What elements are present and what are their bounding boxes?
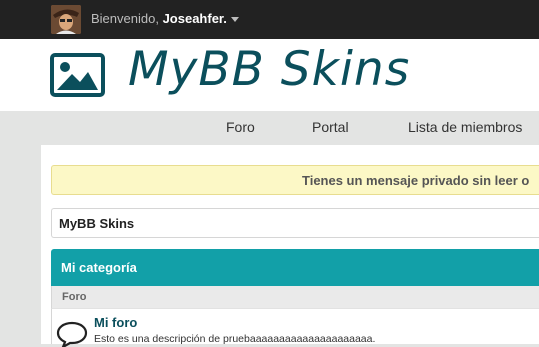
nav-item-portal[interactable]: Portal xyxy=(312,119,349,135)
site-logo-text[interactable]: MyBB Skins xyxy=(128,42,410,97)
avatar-image xyxy=(51,5,81,34)
welcome-prefix: Bienvenido, xyxy=(91,11,163,26)
forum-column-header: Foro xyxy=(51,286,539,308)
speech-bubble-icon xyxy=(56,321,88,347)
pm-notice[interactable]: Tienes un mensaje privado sin leer o xyxy=(51,165,539,195)
forum-row: Mi foro Esto es una descripción de prueb… xyxy=(51,308,539,347)
nav-item-members[interactable]: Lista de miembros xyxy=(408,119,522,135)
image-icon[interactable] xyxy=(50,53,105,97)
breadcrumb: MyBB Skins xyxy=(51,208,539,238)
avatar[interactable] xyxy=(51,5,81,34)
category-title[interactable]: Mi categoría xyxy=(61,260,137,275)
forum-name-link[interactable]: Mi foro xyxy=(94,315,137,330)
breadcrumb-item[interactable]: MyBB Skins xyxy=(59,216,134,231)
forum-description: Esto es una descripción de pruebaaaaaaaa… xyxy=(94,333,376,345)
category-header[interactable]: Mi categoría xyxy=(51,249,539,286)
column-header-forum: Foro xyxy=(62,291,87,303)
username[interactable]: Joseahfer. xyxy=(163,11,227,26)
chevron-down-icon[interactable] xyxy=(230,17,239,23)
welcome-message[interactable]: Bienvenido, Joseahfer. xyxy=(91,11,239,26)
nav-item-foro[interactable]: Foro xyxy=(226,119,255,135)
top-bar: Bienvenido, Joseahfer. xyxy=(0,0,539,39)
pm-notice-text[interactable]: Tienes un mensaje privado sin leer o xyxy=(302,173,529,188)
